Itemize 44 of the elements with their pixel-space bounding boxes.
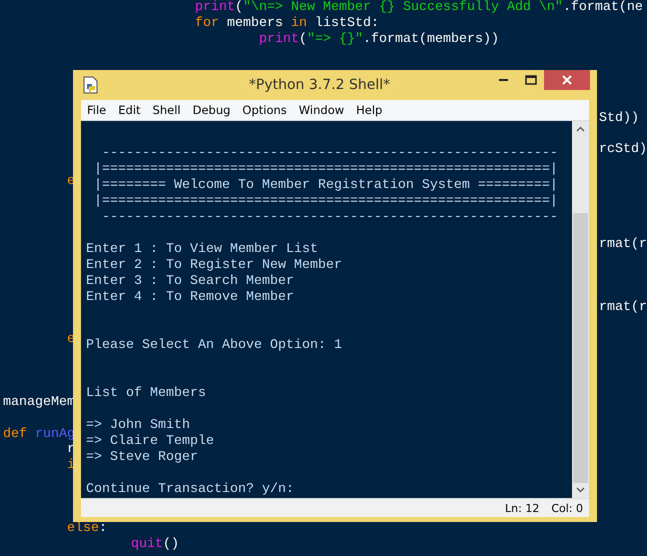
menu-item[interactable]: Shell bbox=[146, 103, 187, 117]
shell-output-line: List of Members bbox=[86, 386, 206, 401]
shell-output-line: |========================================================| bbox=[92, 162, 558, 177]
code-line: rmat(r bbox=[599, 236, 647, 252]
code-line: rmat(r bbox=[599, 300, 647, 316]
window-title: *Python 3.7.2 Shell* bbox=[248, 77, 392, 93]
shell-output-line: --------------------------------------------------------- bbox=[100, 210, 558, 225]
code-line: rcStd) bbox=[599, 142, 647, 158]
shell-output-line: Please Select An Above Option: 1 bbox=[86, 338, 342, 353]
scroll-thumb[interactable] bbox=[573, 213, 588, 483]
menu-item[interactable]: Debug bbox=[186, 103, 236, 117]
shell-output-line: => Claire Temple bbox=[86, 434, 214, 449]
shell-output-line: Enter 3 : To Search Member bbox=[86, 274, 294, 289]
menu-item[interactable]: Window bbox=[292, 103, 350, 117]
code-line: Std)) bbox=[599, 110, 639, 126]
shell-output-line: Continue Transaction? y/n: bbox=[86, 482, 294, 497]
column-status: Col: 0 bbox=[551, 502, 583, 514]
scrollbar[interactable] bbox=[572, 121, 589, 498]
minimize-icon bbox=[498, 78, 508, 82]
line-number-status: Ln: 12 bbox=[505, 502, 540, 514]
menu-item[interactable]: Options bbox=[236, 103, 293, 117]
code-line: print("=> {}".format(members)) bbox=[259, 32, 499, 47]
shell-output-line: Enter 4 : To Remove Member bbox=[86, 290, 294, 305]
shell-output-line: => Steve Roger bbox=[86, 450, 198, 465]
code-line: manageMem bbox=[3, 394, 75, 410]
menu-item[interactable]: Edit bbox=[112, 103, 147, 117]
shell-output-line: |======== Welcome To Member Registration System =========| bbox=[92, 178, 558, 193]
code-line: quit() bbox=[131, 537, 179, 552]
menu-item[interactable]: Help bbox=[350, 103, 388, 117]
close-button[interactable] bbox=[544, 70, 590, 90]
code-line: for members in listStd: bbox=[195, 16, 379, 31]
shell-output-line: Enter 1 : To View Member List bbox=[86, 242, 318, 257]
scroll-down-icon[interactable] bbox=[576, 487, 585, 493]
scroll-up-icon[interactable] bbox=[576, 126, 585, 132]
code-line: else: bbox=[67, 521, 107, 536]
maximize-icon bbox=[524, 75, 536, 85]
menu-item[interactable]: File bbox=[81, 103, 112, 117]
shell-output-line: |========================================================| bbox=[92, 194, 558, 209]
python-file-icon bbox=[83, 76, 99, 94]
shell-output-line: --------------------------------------------------------- bbox=[100, 146, 558, 161]
shell-output-line: => John Smith bbox=[86, 418, 190, 433]
shell-output-line: Enter 2 : To Register New Member bbox=[86, 258, 342, 273]
code-line: print("\n=> New Member {} Successfully Add \n".format(ne bbox=[195, 0, 643, 15]
close-icon bbox=[562, 75, 572, 85]
